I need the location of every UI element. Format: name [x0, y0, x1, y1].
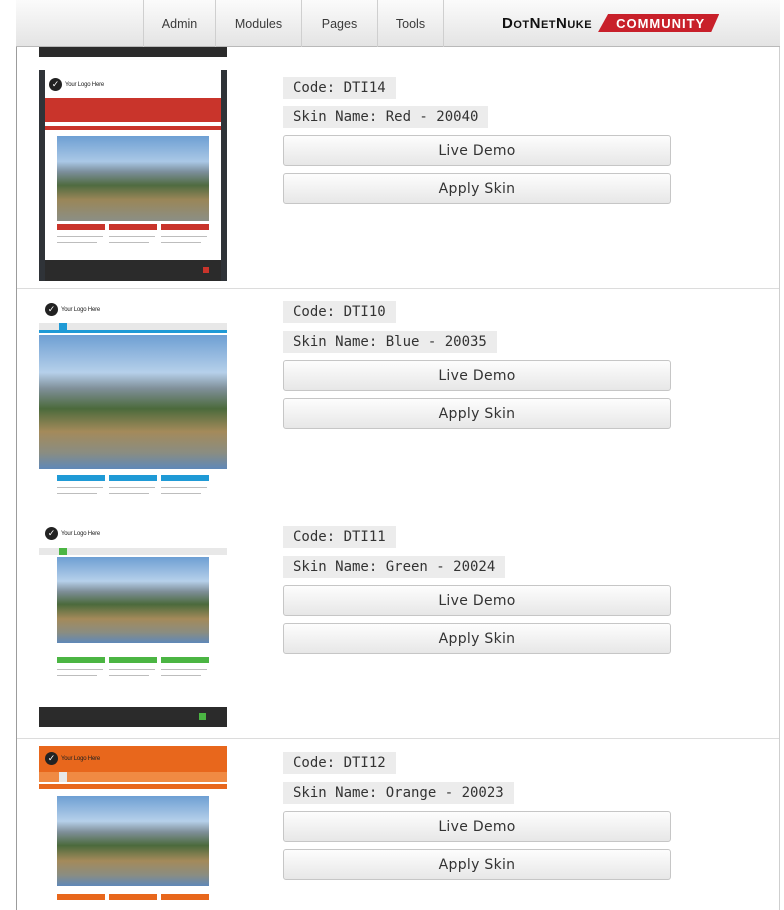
skin-code: Code: DTI14	[283, 77, 396, 99]
skin-code: Code: DTI11	[283, 526, 396, 548]
thumbnail-logo: ✓ Your Logo Here	[45, 527, 100, 540]
check-circle-icon: ✓	[49, 78, 62, 91]
item-divider	[17, 738, 779, 739]
control-bar-spacer	[16, 0, 144, 47]
skin-thumbnail-previous	[39, 47, 227, 57]
live-demo-button[interactable]: Live Demo	[283, 135, 671, 166]
apply-skin-button[interactable]: Apply Skin	[283, 849, 671, 880]
menu-modules[interactable]: Modules	[216, 0, 302, 47]
community-badge: COMMUNITY	[598, 14, 719, 32]
skin-code: Code: DTI12	[283, 752, 396, 774]
control-bar: Admin Modules Pages Tools DotNetNuke COM…	[16, 0, 780, 47]
skin-thumbnail[interactable]: ✓ Your Logo Here	[39, 521, 227, 727]
skin-thumbnail[interactable]: ✓ Your Logo Here	[39, 746, 227, 910]
apply-skin-button[interactable]: Apply Skin	[283, 173, 671, 204]
skin-thumbnail[interactable]: ✓ Your Logo Here	[39, 297, 227, 507]
check-circle-icon: ✓	[45, 752, 58, 765]
thumbnail-logo: ✓ Your Logo Here	[45, 303, 100, 316]
thumbnail-logo: ✓ Your Logo Here	[49, 78, 104, 91]
skin-gallery: ✓ Your Logo Here Code: DTI14 Skin Name: …	[16, 47, 780, 910]
skin-name: Skin Name: Blue - 20035	[283, 331, 497, 353]
menu-tools[interactable]: Tools	[378, 0, 444, 47]
skin-name: Skin Name: Orange - 20023	[283, 782, 514, 804]
dnn-logo-text: DotNetNuke	[502, 14, 593, 32]
item-divider	[17, 288, 779, 289]
check-circle-icon: ✓	[45, 303, 58, 316]
skin-code: Code: DTI10	[283, 301, 396, 323]
skin-thumbnail[interactable]: ✓ Your Logo Here	[39, 70, 227, 281]
apply-skin-button[interactable]: Apply Skin	[283, 623, 671, 654]
dnn-logo[interactable]: DotNetNuke COMMUNITY	[502, 13, 719, 33]
thumbnail-logo-text: Your Logo Here	[61, 306, 101, 313]
thumbnail-logo-text: Your Logo Here	[61, 530, 101, 537]
thumbnail-logo: ✓ Your Logo Here	[45, 752, 100, 765]
live-demo-button[interactable]: Live Demo	[283, 360, 671, 391]
thumbnail-logo-text: Your Logo Here	[61, 755, 101, 762]
apply-skin-button[interactable]: Apply Skin	[283, 398, 671, 429]
skin-name: Skin Name: Red - 20040	[283, 106, 489, 128]
menu-pages[interactable]: Pages	[302, 0, 378, 47]
thumbnail-logo-text: Your Logo Here	[65, 81, 105, 88]
skin-name: Skin Name: Green - 20024	[283, 556, 506, 578]
menu-admin[interactable]: Admin	[144, 0, 216, 47]
live-demo-button[interactable]: Live Demo	[283, 811, 671, 842]
check-circle-icon: ✓	[45, 527, 58, 540]
live-demo-button[interactable]: Live Demo	[283, 585, 671, 616]
